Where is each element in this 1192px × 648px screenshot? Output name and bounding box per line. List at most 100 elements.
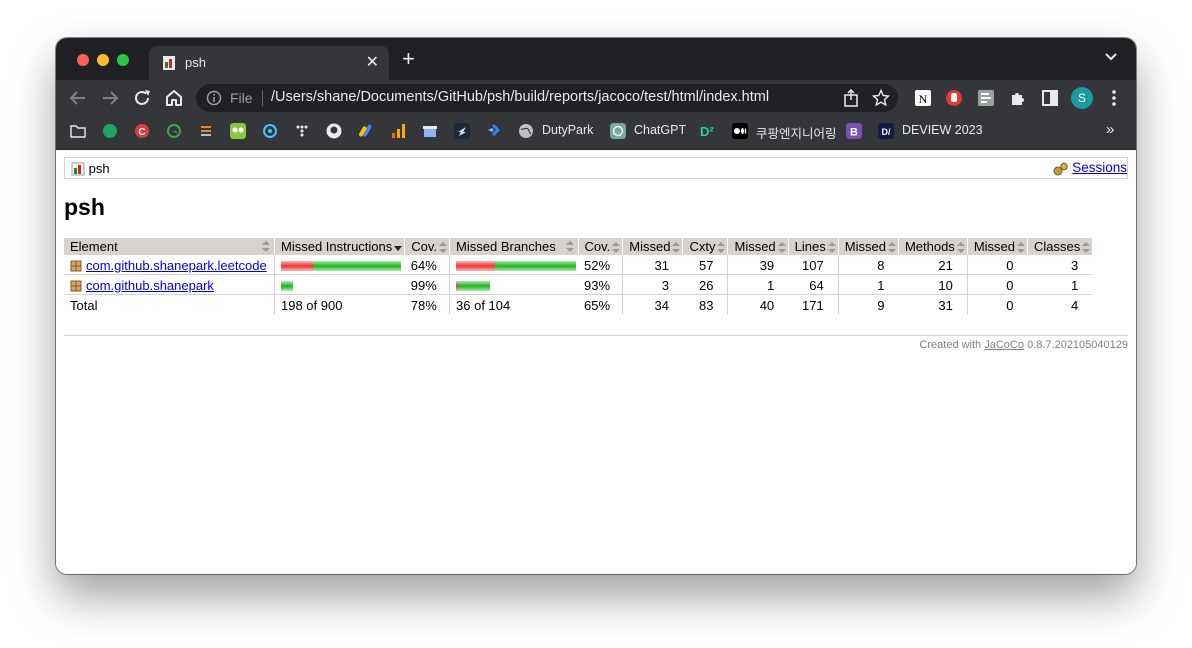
- bookmark-green-circle-icon[interactable]: [102, 123, 118, 139]
- package-link[interactable]: com.github.shanepark: [86, 278, 214, 293]
- sort-icon: [827, 242, 836, 254]
- bookmark-store-icon[interactable]: [422, 123, 438, 139]
- coverage-header-row: Element Missed Instructions Cov. Missed …: [64, 238, 1093, 255]
- home-icon[interactable]: [164, 88, 184, 108]
- breadcrumb-label: psh: [88, 161, 110, 177]
- browser-toolbar: File /Users/shane/Documents/GitHub/psh/b…: [56, 80, 1136, 116]
- minimize-window-button[interactable]: [97, 54, 109, 66]
- tab-title: psh: [185, 55, 206, 70]
- header-missed-lines[interactable]: Missed: [727, 238, 789, 255]
- tab-search-chevron-icon[interactable]: [1104, 52, 1118, 62]
- profile-avatar[interactable]: S: [1071, 87, 1093, 109]
- complexity-value: 26: [682, 274, 728, 295]
- reload-icon[interactable]: [132, 88, 152, 108]
- header-branch-coverage[interactable]: Cov.: [577, 238, 623, 255]
- bookmark-medium-icon[interactable]: [732, 123, 748, 139]
- back-icon[interactable]: [68, 88, 88, 108]
- close-tab-icon[interactable]: ✕: [366, 52, 379, 72]
- bookmark-github-icon[interactable]: [326, 123, 342, 139]
- header-missed-branches[interactable]: Missed Branches: [449, 238, 579, 255]
- bookmark-jira-icon[interactable]: [486, 123, 502, 139]
- branch-bar: [456, 281, 491, 292]
- bookmark-bootstrap-icon[interactable]: B: [846, 123, 862, 139]
- header-instruction-coverage[interactable]: Cov.: [404, 238, 450, 255]
- header-missed-methods[interactable]: Missed: [837, 238, 899, 255]
- missed-lines-value: 1: [727, 274, 789, 295]
- new-tab-button[interactable]: +: [402, 48, 415, 70]
- forward-icon[interactable]: [100, 88, 120, 108]
- bookmark-deview-icon[interactable]: D/: [878, 123, 894, 139]
- notion-extension-icon[interactable]: N: [913, 88, 933, 108]
- header-classes[interactable]: Classes: [1027, 238, 1093, 255]
- svg-text:B: B: [850, 127, 858, 139]
- total-missed-instructions: 198 of 900: [273, 294, 405, 314]
- bookmark-dots-icon[interactable]: [294, 123, 310, 139]
- bookmark-chatgpt-icon[interactable]: [610, 123, 626, 139]
- bookmark-globe-icon[interactable]: [518, 123, 534, 139]
- package-icon: [70, 280, 82, 292]
- close-window-button[interactable]: [77, 54, 89, 66]
- header-methods[interactable]: Methods: [897, 238, 968, 255]
- sessions-link[interactable]: Sessions: [1072, 160, 1127, 175]
- side-panel-icon[interactable]: [1040, 88, 1060, 108]
- extensions-puzzle-icon[interactable]: [1008, 88, 1028, 108]
- branch-coverage-bar: [449, 274, 579, 295]
- header-missed-complexity[interactable]: Missed: [622, 238, 683, 255]
- reader-extension-icon[interactable]: [976, 88, 996, 108]
- tab-psh[interactable]: psh ✕: [149, 46, 389, 80]
- covered-bar: [495, 261, 577, 272]
- zoom-window-button[interactable]: [117, 54, 129, 66]
- instruction-coverage-bar: [273, 255, 405, 275]
- info-icon[interactable]: [206, 90, 222, 106]
- missed-lines-value: 39: [727, 255, 789, 275]
- branch-coverage-bar: [449, 255, 579, 275]
- total-branch-coverage: 65%: [578, 294, 623, 314]
- bookmark-zap-icon[interactable]: [454, 123, 470, 139]
- covered-bar: [458, 281, 491, 292]
- address-bar[interactable]: File /Users/shane/Documents/GitHub/psh/b…: [196, 84, 898, 112]
- svg-text:D/: D/: [882, 127, 891, 137]
- header-lines[interactable]: Lines: [787, 238, 839, 255]
- bookmark-green-clock-icon[interactable]: [166, 123, 182, 139]
- table-row: com.github.shanepark 99% 93% 3 26 1 64 1…: [64, 274, 1093, 295]
- instruction-bar: [281, 281, 293, 292]
- bookmark-owl-icon[interactable]: [230, 123, 246, 139]
- lines-value: 107: [788, 255, 839, 275]
- apps-folder-icon[interactable]: [70, 123, 86, 139]
- report-favicon-icon: [163, 56, 175, 70]
- bookmark-sort-lines-icon[interactable]: [198, 123, 214, 139]
- header-missed-instructions[interactable]: Missed Instructions: [273, 238, 405, 255]
- instruction-coverage-bar: [273, 274, 405, 295]
- bookmark-coupang-label[interactable]: 쿠팡엔지니어링: [756, 123, 837, 142]
- header-missed-classes[interactable]: Missed: [966, 238, 1028, 255]
- bookmark-deview-label[interactable]: DEVIEW 2023: [902, 123, 983, 137]
- missed-complexity-value: 3: [622, 274, 683, 295]
- total-methods: 31: [898, 294, 968, 314]
- classes-value: 1: [1027, 274, 1093, 295]
- header-complexity[interactable]: Cxty: [682, 238, 728, 255]
- footer-text: Created with JaCoCo 0.8.7.202105040129: [919, 339, 1128, 351]
- share-icon[interactable]: [843, 89, 859, 107]
- bookmark-red-c-icon[interactable]: C: [134, 123, 150, 139]
- bookmark-analytics-icon[interactable]: [390, 123, 406, 139]
- bookmark-google-ads-icon[interactable]: [358, 123, 374, 139]
- bookmark-chatgpt-label[interactable]: ChatGPT: [634, 123, 686, 137]
- breadcrumb: psh Sessions: [64, 157, 1128, 179]
- bookmark-d2-icon[interactable]: D²: [700, 123, 716, 139]
- package-link[interactable]: com.github.shanepark.leetcode: [86, 258, 267, 273]
- more-bookmarks-chevron-icon[interactable]: »: [1106, 121, 1114, 138]
- bookmark-target-icon[interactable]: [262, 123, 278, 139]
- bookmark-dutypark-label[interactable]: DutyPark: [542, 123, 593, 137]
- url-text[interactable]: /Users/shane/Documents/GitHub/psh/build/…: [271, 89, 769, 105]
- header-element[interactable]: Element: [64, 238, 275, 255]
- missed-classes-value: 0: [966, 255, 1028, 275]
- total-classes: 4: [1027, 294, 1093, 314]
- sort-icon: [672, 242, 681, 254]
- element-cell: com.github.shanepark.leetcode: [64, 255, 275, 275]
- total-lines: 171: [788, 294, 839, 314]
- block-extension-icon[interactable]: [944, 88, 964, 108]
- bookmark-star-icon[interactable]: [872, 89, 890, 107]
- jacoco-link[interactable]: JaCoCo: [984, 339, 1024, 351]
- total-missed-branches: 36 of 104: [449, 294, 579, 314]
- browser-menu-icon[interactable]: [1104, 88, 1124, 108]
